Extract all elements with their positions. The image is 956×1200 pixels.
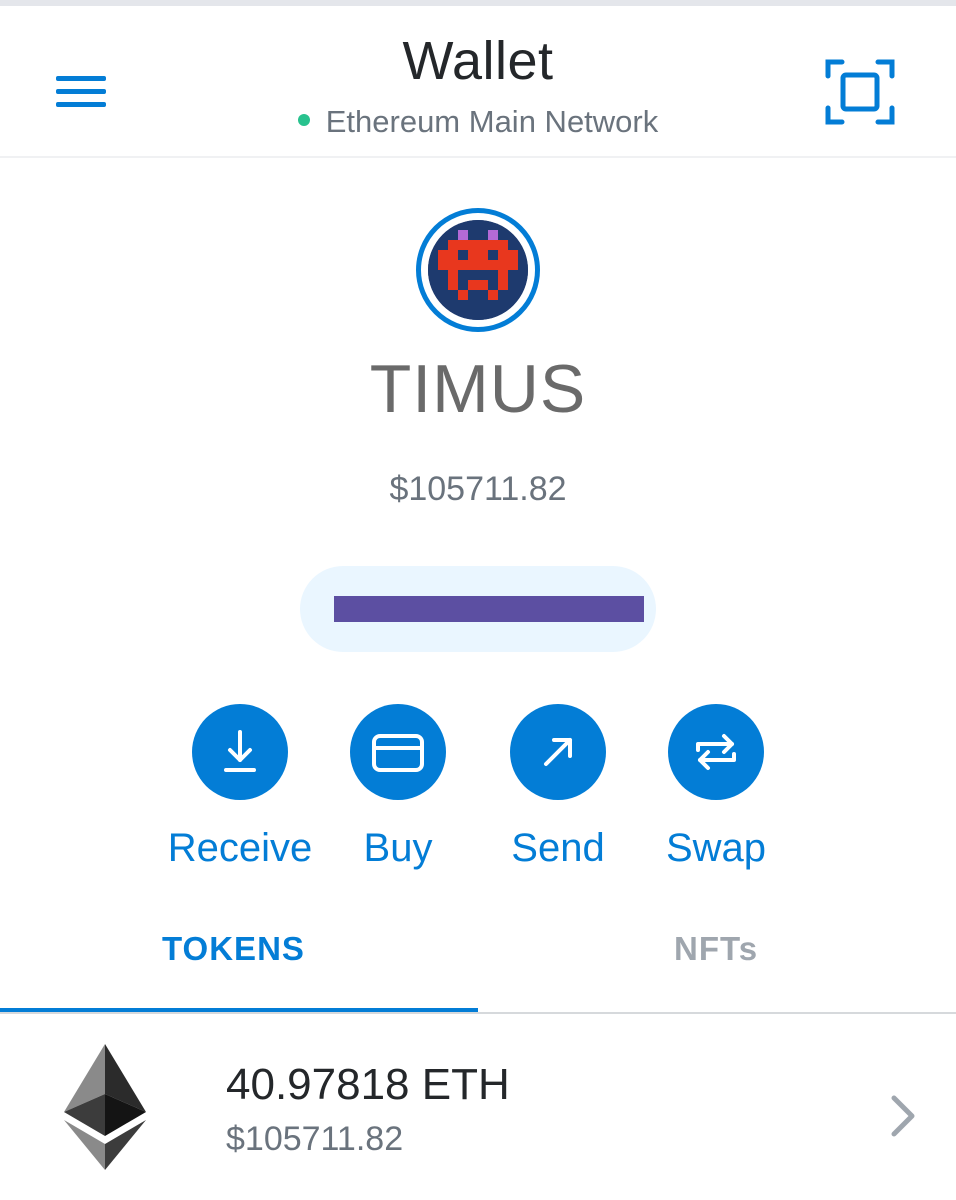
- tab-nfts-label: NFTs: [674, 930, 759, 967]
- arrow-up-right-icon: [544, 738, 572, 766]
- buy-button[interactable]: Buy: [318, 704, 478, 884]
- swap-icon: [696, 734, 736, 770]
- tab-nfts[interactable]: NFTs: [478, 900, 956, 1010]
- tab-tokens[interactable]: TOKENS: [0, 900, 478, 1013]
- account-name[interactable]: TIMUS: [0, 350, 956, 428]
- send-label: Send: [511, 826, 605, 870]
- swap-button[interactable]: Swap: [636, 704, 796, 884]
- network-name: Ethereum Main Network: [325, 104, 659, 139]
- tabs-divider: [0, 1012, 956, 1014]
- app-header: Wallet Ethereum Main Network: [0, 6, 956, 158]
- download-icon: [224, 730, 256, 772]
- account-balance: $105711.82: [389, 470, 567, 508]
- token-amount: 40.97818 ETH: [226, 1060, 510, 1109]
- scan-qr-button[interactable]: [824, 56, 896, 128]
- token-fiat-value: $105711.82: [226, 1120, 404, 1158]
- asset-tabs: TOKENS NFTs: [0, 900, 956, 1016]
- receive-label: Receive: [167, 826, 313, 870]
- send-button[interactable]: Send: [478, 704, 638, 884]
- chevron-right-icon: [891, 1095, 915, 1137]
- account-avatar[interactable]: [416, 208, 540, 332]
- address-redaction: [334, 596, 644, 622]
- network-status-dot: [297, 113, 310, 126]
- token-row-eth[interactable]: 40.97818 ETH $105711.82: [0, 1018, 956, 1200]
- scan-icon: [825, 59, 895, 125]
- page-title: Wallet: [402, 31, 554, 91]
- receive-button[interactable]: Receive: [160, 704, 320, 884]
- identicon: [428, 220, 528, 320]
- buy-label: Buy: [363, 826, 433, 870]
- account-address-button[interactable]: [300, 566, 656, 652]
- ethereum-icon: [64, 1044, 146, 1170]
- network-indicator[interactable]: Ethereum Main Network: [0, 104, 956, 140]
- swap-label: Swap: [665, 826, 767, 870]
- tab-tokens-label: TOKENS: [162, 930, 305, 967]
- card-icon: [372, 734, 424, 772]
